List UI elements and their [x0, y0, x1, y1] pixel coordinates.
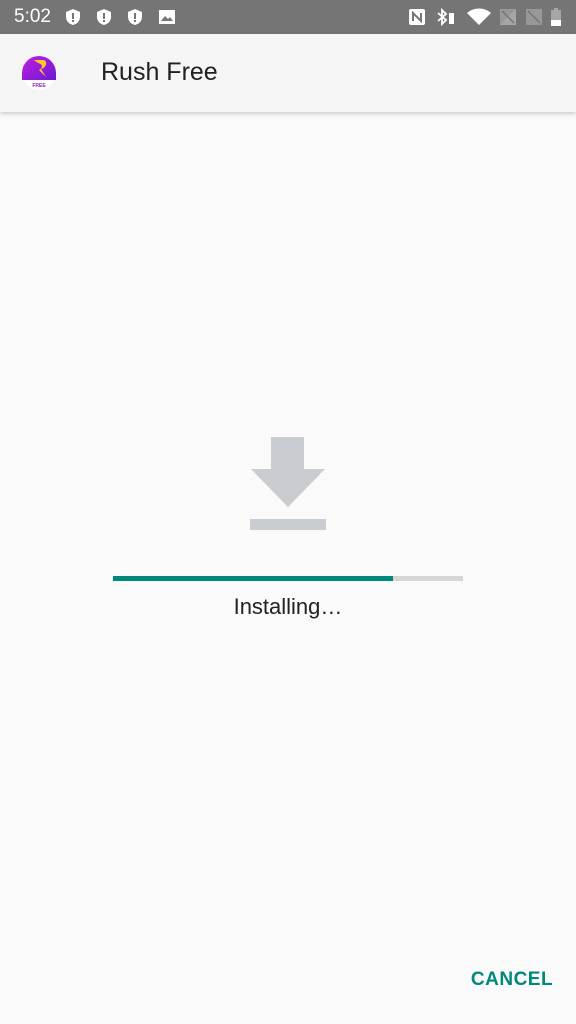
- clock: 5:02: [14, 6, 51, 27]
- app-title: Rush Free: [101, 58, 218, 86]
- nfc-icon: [409, 9, 425, 25]
- shield-alert-icon: [97, 9, 111, 25]
- shield-alert-icon: [128, 9, 142, 25]
- bluetooth-battery-icon: [437, 8, 454, 26]
- no-signal-icon: [500, 9, 516, 25]
- app-logo: FREE: [22, 56, 56, 90]
- wifi-icon: [467, 8, 491, 25]
- install-status-text: Installing…: [233, 594, 343, 619]
- status-bar: 5:02: [0, 0, 576, 34]
- svg-text:FREE: FREE: [32, 83, 46, 89]
- app-bar: FREE Rush Free: [0, 34, 576, 112]
- progress-fill: [113, 576, 393, 581]
- cancel-button[interactable]: CANCEL: [462, 962, 562, 998]
- download-icon: [250, 437, 326, 530]
- battery-low-icon: [551, 8, 561, 26]
- install-progress-bar: [113, 576, 463, 581]
- no-signal-icon: [526, 9, 542, 25]
- image-icon: [159, 10, 175, 24]
- shield-alert-icon: [66, 9, 80, 25]
